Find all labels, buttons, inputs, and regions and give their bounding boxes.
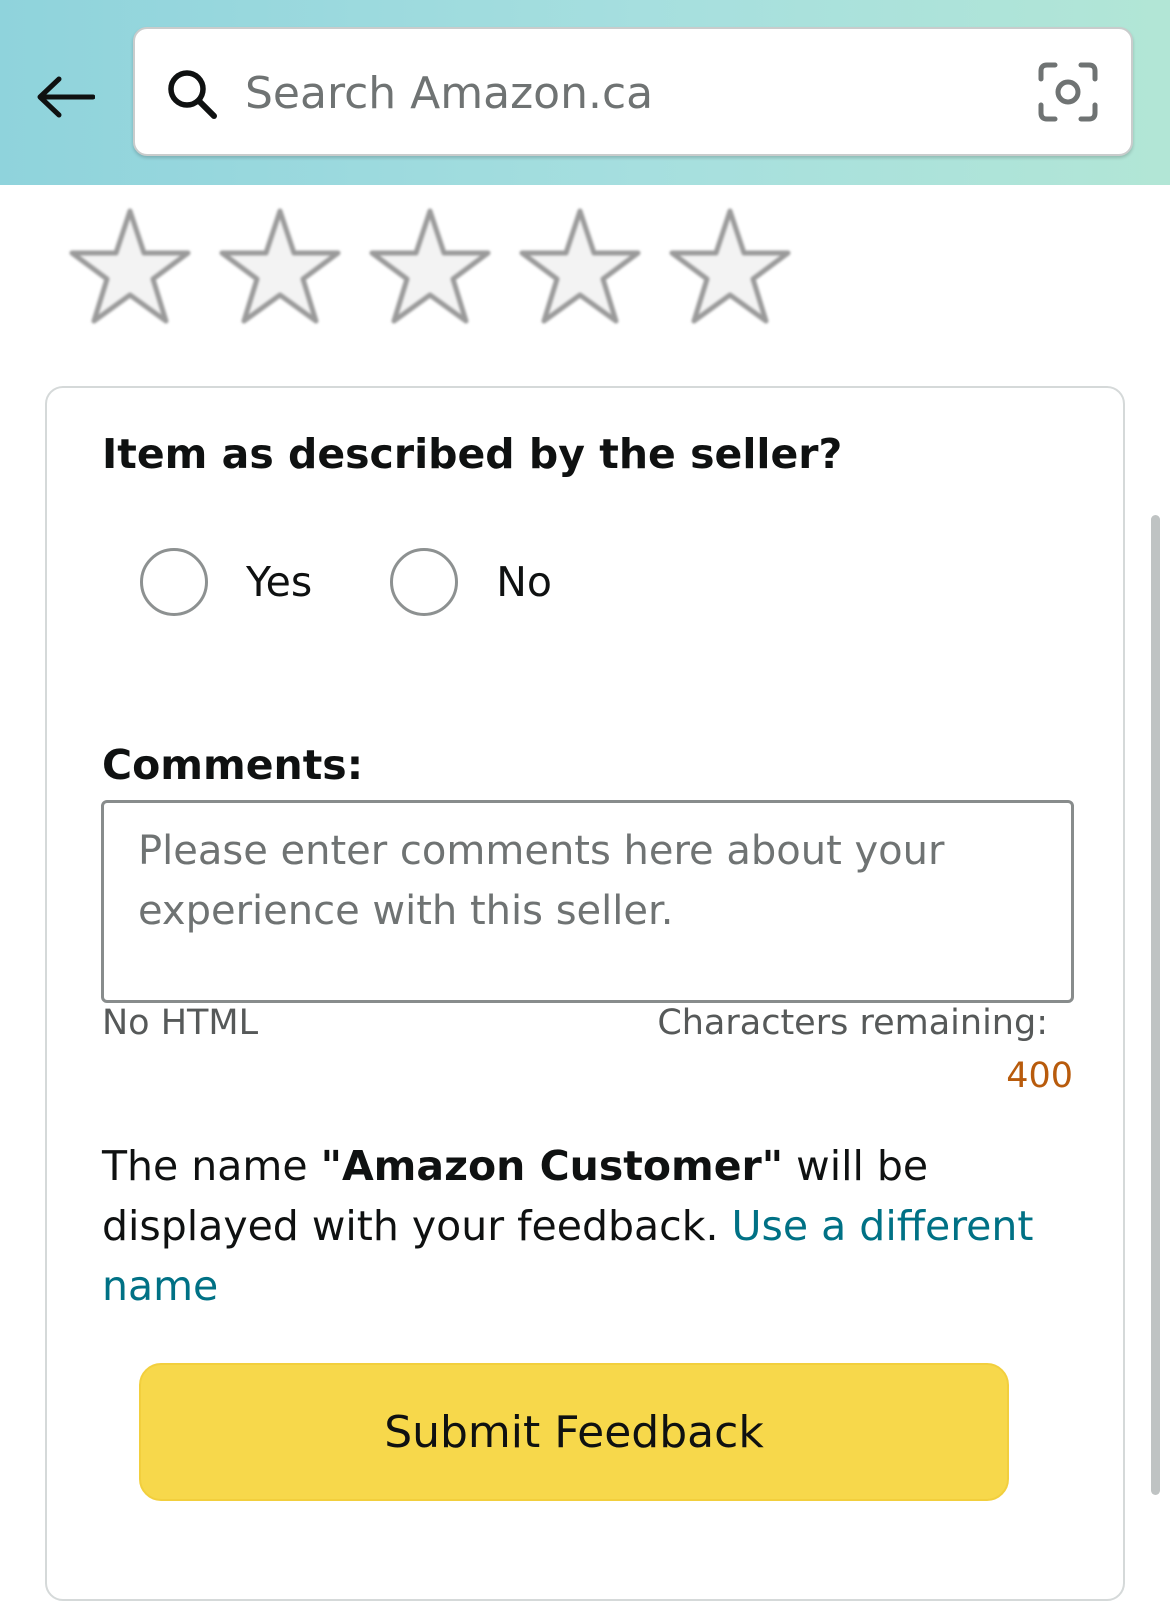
comments-label: Comments: (102, 741, 364, 789)
question-title: Item as described by the seller? (102, 430, 843, 478)
comments-textarea[interactable] (101, 800, 1074, 1003)
top-nav-bar (0, 0, 1170, 185)
radio-button-yes[interactable] (140, 548, 208, 616)
display-name-prefix: The name (102, 1142, 321, 1190)
star-icon[interactable] (505, 205, 655, 330)
search-input[interactable] (245, 59, 1005, 127)
star-rating[interactable] (55, 205, 805, 330)
feedback-card: Item as described by the seller? Yes No … (45, 386, 1125, 1601)
back-arrow-icon (37, 76, 95, 118)
radio-label-no: No (496, 558, 552, 606)
characters-remaining-count: 400 (1006, 1056, 1073, 1096)
camera-search-icon[interactable] (1037, 61, 1099, 123)
star-icon[interactable] (655, 205, 805, 330)
star-icon[interactable] (355, 205, 505, 330)
back-button[interactable] (30, 62, 100, 132)
radio-option-yes[interactable]: Yes (140, 548, 312, 616)
display-name-notice: The name "Amazon Customer" will be displ… (102, 1136, 1062, 1316)
characters-remaining-label: Characters remaining: (657, 1003, 1048, 1043)
star-icon[interactable] (205, 205, 355, 330)
radio-option-no[interactable]: No (390, 548, 552, 616)
display-name-value: "Amazon Customer" (320, 1142, 784, 1190)
no-html-note: No HTML (102, 1003, 259, 1043)
star-icon[interactable] (55, 205, 205, 330)
radio-button-no[interactable] (390, 548, 459, 616)
search-icon (168, 70, 217, 119)
as-described-radio-group: Yes No (140, 548, 630, 616)
submit-feedback-button[interactable]: Submit Feedback (139, 1363, 1009, 1501)
radio-label-yes: Yes (246, 558, 313, 606)
scrollbar[interactable] (1151, 515, 1160, 1495)
search-bar[interactable] (133, 27, 1133, 156)
